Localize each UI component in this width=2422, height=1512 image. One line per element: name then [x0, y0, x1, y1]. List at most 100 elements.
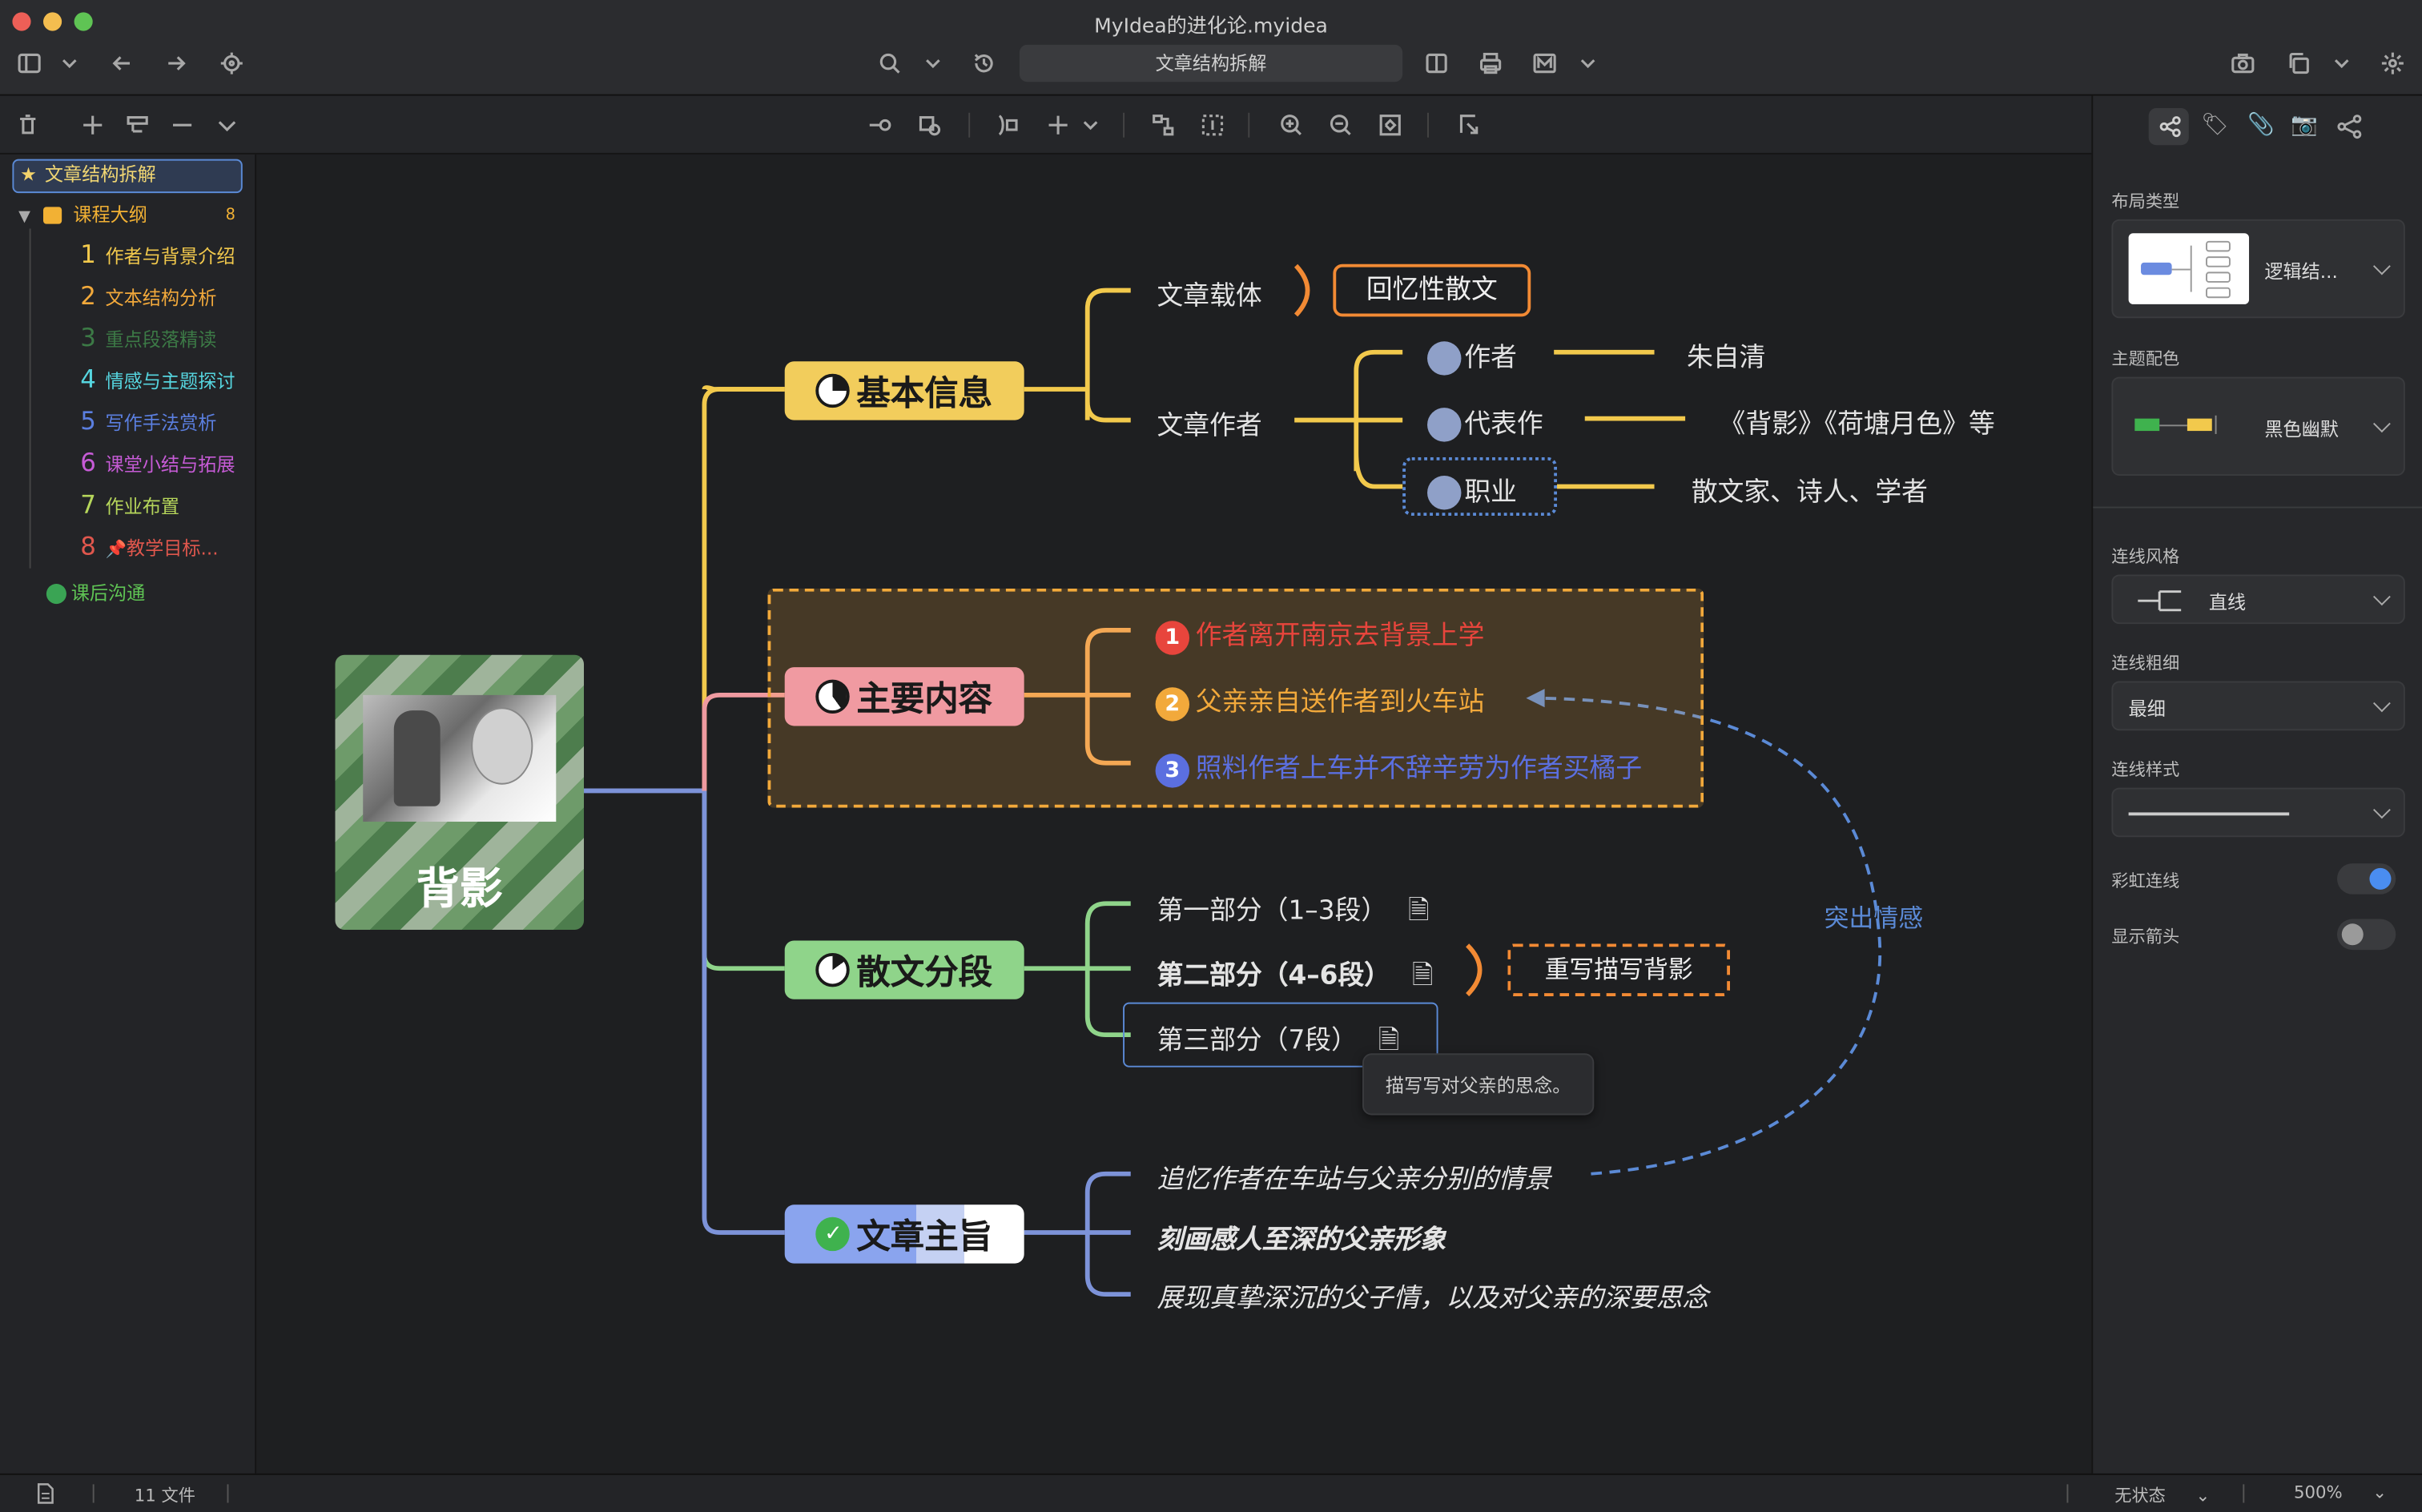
relationship-icon[interactable] [1148, 110, 1179, 141]
subtopic-works[interactable]: 代表作 [1427, 401, 1543, 442]
zoom-out-icon[interactable] [1326, 110, 1357, 141]
line-width-select[interactable]: 最细 [2111, 681, 2405, 731]
zoom-in-icon[interactable] [1276, 110, 1307, 141]
zoom-select[interactable]: 500% ⌄ [2294, 1482, 2387, 1502]
document-icon[interactable] [34, 1482, 55, 1504]
line-style-select[interactable]: 直线 [2111, 574, 2405, 625]
sidebar-item-5[interactable]: 5 写作手法赏析 [80, 406, 216, 436]
ai-sparkle-icon[interactable] [2376, 46, 2409, 80]
add-icon[interactable] [77, 110, 108, 141]
sidebar-item-3[interactable]: 3 重点段落精读 [80, 323, 216, 352]
line-style-value: 直线 [2208, 591, 2247, 613]
note-document-icon[interactable]: 🗎 [1412, 961, 1433, 992]
sidebar-item-selected[interactable]: ★ 文章结构拆解 [12, 159, 243, 194]
sidebar-item-2[interactable]: 2 文本结构分析 [80, 281, 216, 311]
rainbow-line-toggle[interactable] [2336, 863, 2396, 895]
sidebar-item-number: 2 [80, 281, 96, 311]
structure-icon [2159, 116, 2181, 138]
chevron-down-icon[interactable] [1075, 110, 1106, 141]
subtopic-job[interactable]: 职业 [1427, 469, 1517, 510]
chevron-down-icon[interactable] [211, 110, 243, 141]
print-icon[interactable] [1474, 46, 1507, 80]
select-tool-icon[interactable] [1454, 110, 1485, 141]
sidebar-item-label: 文本结构分析 [105, 287, 217, 309]
add-child-icon[interactable] [122, 110, 153, 141]
sidebar-item-feedback[interactable]: 课后沟通 [46, 579, 145, 605]
chevron-down-icon[interactable] [1571, 46, 1604, 80]
tag-icon[interactable]: 🏷 [2201, 113, 2228, 138]
relationship-label[interactable]: 突出情感 [1825, 898, 1923, 935]
camera-icon[interactable] [2226, 46, 2259, 80]
sidebar-item-6[interactable]: 6 课堂小结与拓展 [80, 448, 235, 477]
title-bar: MyIdea的进化论.myidea 文章结构拆解 [0, 0, 2422, 96]
sidebar-item-4[interactable]: 4 情感与主题探讨 [80, 364, 235, 394]
history-icon[interactable] [967, 46, 1000, 80]
sidebar-item-1[interactable]: 1 作者与背景介绍 [80, 239, 235, 269]
theme-item-1[interactable]: 追忆作者在车站与父亲分别的情景 [1157, 1157, 1551, 1196]
section-part2[interactable]: 第二部分（4–6段） 🗎 [1157, 953, 1434, 1001]
insert-node-icon[interactable] [865, 110, 896, 141]
split-view-icon[interactable] [1419, 46, 1453, 80]
content-item-2[interactable]: 2 父亲亲自送作者到火车站 [1155, 680, 1484, 722]
topic-sections[interactable]: 散文分段 [784, 940, 1024, 999]
thumbs-up-icon [1427, 408, 1462, 442]
sidebar-item-7[interactable]: 7 作业布置 [80, 489, 179, 519]
locate-icon[interactable] [215, 46, 248, 80]
subtopic-author[interactable]: 作者 [1427, 336, 1517, 376]
subtopic-label: 代表作 [1464, 409, 1543, 440]
subtopic-job-value[interactable]: 散文家、诗人、学者 [1692, 469, 1928, 509]
subtopic-carrier[interactable]: 文章载体 [1157, 273, 1262, 312]
subtopic-carrier-value[interactable]: 回忆性散文 [1333, 263, 1531, 317]
theme-color-select[interactable]: 黑色幽默 [2111, 376, 2405, 477]
callout-rewrite-shadow[interactable]: 重写描写背影 [1507, 943, 1731, 996]
section-part1[interactable]: 第一部分（1–3段） 🗎 [1157, 888, 1430, 936]
chevron-down-icon[interactable] [53, 46, 86, 80]
sidebar-toggle-icon[interactable] [12, 46, 46, 80]
search-icon[interactable] [873, 46, 907, 80]
chevron-down-icon[interactable] [2325, 46, 2359, 80]
topic-basic-info[interactable]: 基本信息 [784, 361, 1024, 420]
image-icon[interactable]: 📷 [2291, 113, 2318, 138]
summary-icon[interactable] [1197, 110, 1229, 141]
theme-item-3[interactable]: 展现真挚深沉的父子情，以及对父亲的深要思念 [1157, 1276, 1709, 1315]
mindmap-canvas[interactable]: 背影 基本信息 主要内容 散文分段 ✓ 文章主旨 文章载体 回忆性散文 文章作者… [256, 154, 2092, 1474]
forward-arrow-icon[interactable] [159, 46, 193, 80]
fit-screen-icon[interactable] [1374, 110, 1406, 141]
topic-theme[interactable]: ✓ 文章主旨 [784, 1204, 1024, 1264]
add-icon[interactable] [1043, 110, 1074, 141]
insert-parent-icon[interactable] [915, 110, 946, 141]
theme-item-2[interactable]: 刻画感人至深的父亲形象 [1157, 1217, 1446, 1256]
subtopic-author-value[interactable]: 朱自清 [1687, 336, 1765, 374]
theme-color-value: 黑色幽默 [2264, 418, 2339, 440]
collapse-icon[interactable] [167, 110, 198, 141]
subtopic-works-value[interactable]: 《背影》《荷塘月色》等 [1720, 401, 1995, 440]
content-item-3[interactable]: 3 照料作者上车并不辞辛劳为作者买橘子 [1155, 746, 1642, 788]
progress-pie-icon [816, 952, 851, 987]
note-document-icon[interactable]: 🗎 [1408, 896, 1429, 927]
sidebar-item-8[interactable]: 8 📌教学目标... [80, 531, 218, 561]
chevron-down-icon [2372, 588, 2391, 606]
markdown-icon[interactable] [1527, 46, 1561, 80]
topic-main-content[interactable]: 主要内容 [784, 667, 1024, 726]
chevron-down-icon[interactable] [916, 46, 950, 80]
line-pattern-select[interactable] [2111, 787, 2405, 838]
status-select[interactable]: 无状态 ⌄ [2114, 1482, 2210, 1507]
progress-pie-icon [816, 373, 851, 408]
copy-icon[interactable] [2282, 46, 2315, 80]
document-tab[interactable]: 文章结构拆解 [1019, 44, 1403, 82]
share-icon[interactable] [2337, 115, 2362, 139]
subtopic-author-label[interactable]: 文章作者 [1157, 403, 1262, 442]
disclosure-triangle-icon[interactable]: ▼ [18, 208, 30, 225]
note-document-icon[interactable]: 🗎 [1378, 1026, 1399, 1057]
layout-preview-thumbnail [2128, 233, 2250, 304]
layout-type-select[interactable]: 逻辑结... [2111, 219, 2405, 319]
root-topic[interactable]: 背影 [335, 654, 585, 931]
subtopic-label: 作者 [1464, 343, 1517, 374]
boundary-icon[interactable] [992, 110, 1023, 141]
trash-icon[interactable] [12, 110, 43, 141]
attachment-icon[interactable]: 📎 [2247, 113, 2275, 138]
content-item-1[interactable]: 1 作者离开南京去背景上学 [1155, 613, 1484, 655]
show-arrow-toggle[interactable] [2336, 919, 2396, 951]
sidebar-group-outline[interactable]: ▼ 课程大纲 [18, 201, 147, 227]
back-arrow-icon[interactable] [105, 46, 139, 80]
